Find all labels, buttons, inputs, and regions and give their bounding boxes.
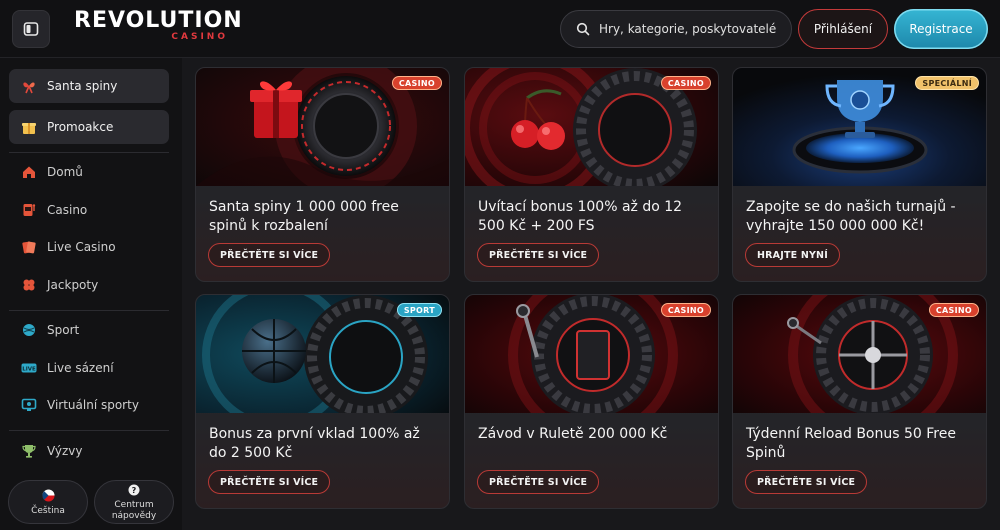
- sidebar-item-promoakce[interactable]: Promoakce: [9, 110, 169, 144]
- sidebar-item-santa-spiny[interactable]: Santa spiny: [9, 69, 169, 103]
- sidebar-item-label: Výzvy: [47, 444, 83, 458]
- read-more-button[interactable]: PŘEČTĚTE SI VÍCE: [208, 470, 331, 494]
- category-badge: CASINO: [660, 303, 711, 317]
- sidebar-item-label: Promoakce: [47, 120, 114, 134]
- card-title: Zapojte se do našich turnajů - vyhrajte …: [746, 199, 956, 234]
- category-badge: CASINO: [660, 76, 711, 90]
- search-input[interactable]: [599, 22, 779, 36]
- live-badge-icon: LIVE: [21, 360, 37, 376]
- ball-icon: [21, 322, 37, 338]
- gift-bow-icon: [21, 78, 37, 94]
- top-header: REVOLUTION CASINO Přihlášení Registrace: [0, 0, 1000, 58]
- promo-card-santa-spiny[interactable]: CASINO Santa spiny 1 000 000 free spinů …: [195, 67, 450, 282]
- help-center-button[interactable]: ? Centrum nápovědy: [94, 480, 174, 524]
- sidebar-item-label: Live Casino: [47, 240, 116, 254]
- monitor-icon: [21, 397, 37, 413]
- sidebar-item-label: Casino: [47, 203, 88, 217]
- home-icon: [21, 164, 37, 180]
- sidebar-item-label: Jackpoty: [47, 278, 99, 292]
- logo-wordmark: REVOLUTION: [74, 8, 243, 33]
- promo-card-uvitaci-bonus[interactable]: CASINO Uvítací bonus 100% až do 12 500 K…: [464, 67, 719, 282]
- brand-logo[interactable]: REVOLUTION CASINO: [74, 8, 243, 49]
- trophy-icon: [21, 443, 37, 459]
- sidebar-item-label: Virtuální sporty: [47, 398, 139, 412]
- promo-card-tydenni-reload[interactable]: CASINO Týdenní Reload Bonus 50 Free Spin…: [732, 294, 987, 509]
- sidebar-item-live-sazeni[interactable]: LIVE Live sázení: [9, 352, 169, 384]
- slot-machine-icon: [21, 202, 37, 218]
- sidebar-toggle-icon: [23, 21, 39, 37]
- sidebar-item-label: Live sázení: [47, 361, 114, 375]
- sidebar-item-domu[interactable]: Domů: [9, 156, 169, 188]
- sidebar-item-label: Sport: [47, 323, 80, 337]
- live-badge-text: LIVE: [22, 367, 36, 373]
- help-label-line1: Centrum: [114, 500, 154, 510]
- promo-card-bonus-prvni-vklad[interactable]: SPORT Bonus za první vklad 100% až do 2 …: [195, 294, 450, 509]
- sidebar-divider: [9, 430, 169, 431]
- sidebar-item-label: Domů: [47, 165, 83, 179]
- gift-box-icon: [21, 119, 37, 135]
- read-more-button[interactable]: PŘEČTĚTE SI VÍCE: [208, 243, 331, 267]
- card-title: Závod v Ruletě 200 000 Kč: [478, 426, 668, 442]
- logo-subtitle: CASINO: [171, 32, 228, 42]
- sidebar-item-jackpoty[interactable]: Jackpoty: [9, 269, 169, 301]
- help-label-line2: nápovědy: [111, 511, 157, 521]
- sidebar-divider: [9, 152, 169, 153]
- sidebar-item-sport[interactable]: Sport: [9, 314, 169, 346]
- card-title: Týdenní Reload Bonus 50 Free Spinů: [746, 426, 956, 461]
- czech-flag-icon: [40, 487, 56, 503]
- read-more-button[interactable]: PŘEČTĚTE SI VÍCE: [745, 470, 868, 494]
- soccer-ball-graphic: [242, 319, 306, 383]
- clover-icon: [21, 277, 37, 293]
- promo-card-zavod-v-ruleta[interactable]: CASINO Závod v Ruletě 200 000 Kč PŘEČTĚT…: [464, 294, 719, 509]
- card-title: Bonus za první vklad 100% až do 2 500 Kč: [209, 426, 420, 461]
- sidebar-item-virtualni-sporty[interactable]: Virtuální sporty: [9, 389, 169, 421]
- card-dealer-icon: [21, 239, 37, 255]
- sidebar-item-live-casino[interactable]: Live Casino: [9, 231, 169, 263]
- promo-card-turnaje[interactable]: SPECIÁLNÍ Zapojte se do našich turnajů -…: [732, 67, 987, 282]
- play-now-button[interactable]: HRAJTE NYNÍ: [745, 243, 840, 267]
- sidebar-item-casino[interactable]: Casino: [9, 194, 169, 226]
- svg-text:?: ?: [132, 486, 137, 495]
- category-badge: SPORT: [396, 303, 442, 317]
- search-icon: [575, 21, 591, 37]
- search-bar[interactable]: [560, 10, 792, 48]
- sidebar: Santa spiny Promoakce Domů Casino Live C…: [0, 58, 182, 530]
- sidebar-divider: [9, 310, 169, 311]
- help-question-icon: ?: [126, 482, 142, 498]
- category-badge: CASINO: [391, 76, 442, 90]
- read-more-button[interactable]: PŘEČTĚTE SI VÍCE: [477, 243, 600, 267]
- category-badge: CASINO: [928, 303, 979, 317]
- card-title: Santa spiny 1 000 000 free spinů k rozba…: [209, 199, 399, 234]
- register-button[interactable]: Registrace: [894, 9, 988, 49]
- language-button[interactable]: Čeština: [8, 480, 88, 524]
- sidebar-toggle-button[interactable]: [12, 10, 50, 48]
- category-badge: SPECIÁLNÍ: [915, 76, 979, 90]
- promotions-grid: CASINO Santa spiny 1 000 000 free spinů …: [182, 58, 1000, 530]
- sidebar-item-label: Santa spiny: [47, 79, 118, 93]
- read-more-button[interactable]: PŘEČTĚTE SI VÍCE: [477, 470, 600, 494]
- card-title: Uvítací bonus 100% až do 12 500 Kč + 200…: [478, 199, 683, 234]
- sidebar-item-vyzvy[interactable]: Výzvy: [9, 435, 169, 467]
- login-button[interactable]: Přihlášení: [798, 9, 888, 49]
- language-label: Čeština: [31, 506, 65, 516]
